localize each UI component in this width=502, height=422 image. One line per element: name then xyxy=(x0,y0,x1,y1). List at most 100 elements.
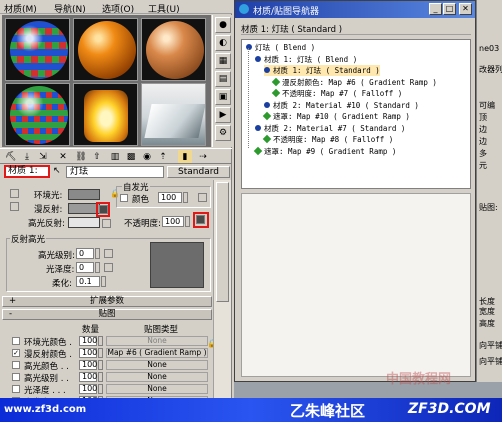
ambient-diffuse-link-icon[interactable] xyxy=(10,189,19,198)
maps-type-header: 贴图类型 xyxy=(144,325,179,335)
uv-tiling-icon[interactable]: ▤ xyxy=(215,71,231,87)
menu-navigation[interactable]: 导航(N) xyxy=(54,2,86,15)
map-amount[interactable]: 100 xyxy=(79,348,97,358)
sample-slot-5[interactable] xyxy=(73,83,138,146)
show-map-icon[interactable]: ▩ xyxy=(124,150,138,163)
tree-node[interactable]: 漫反射颜色: Map #6 ( Gradient Ramp ) xyxy=(271,77,437,88)
diffuse-specular-link-icon[interactable] xyxy=(10,202,19,211)
glossiness-spinner[interactable] xyxy=(95,262,100,273)
parameters-scrollbar[interactable] xyxy=(213,180,231,412)
map-amount[interactable]: 100 xyxy=(79,372,97,382)
soften-value[interactable]: 0.1 xyxy=(76,276,100,287)
tree-node-label: 灯珐 ( Blend ) xyxy=(255,43,316,52)
command-panel: ne03 改器列 可编顶边边多元贴图: 长度 宽度 高度 向平铺 向平铺 xyxy=(476,0,502,382)
put-to-scene-icon[interactable]: ⤓ xyxy=(20,150,34,163)
map-amount-spinner[interactable] xyxy=(98,348,103,358)
tree-node[interactable]: 材质 2: Material #10 ( Standard ) xyxy=(264,100,419,111)
map-enable-checkbox[interactable] xyxy=(12,361,20,369)
self-illum-map-button[interactable] xyxy=(198,193,207,202)
go-forward-sibling-icon[interactable]: ▮ xyxy=(178,150,192,163)
navigator-title-bar[interactable]: 材质/贴图导航器 _ □ ✕ xyxy=(235,1,475,18)
map-amount-spinner[interactable] xyxy=(98,360,103,370)
material-name-input[interactable]: 灯珐 xyxy=(66,166,164,178)
glossiness-value[interactable]: 0 xyxy=(76,262,94,273)
map-amount[interactable]: 100 xyxy=(79,360,97,370)
background-icon[interactable]: ▦ xyxy=(215,53,231,69)
soften-spinner[interactable] xyxy=(101,276,106,287)
material-parameters: 环境光: 漫反射: 高光反射: 🔒 自发光 颜色 100 不透明度: 100 反… xyxy=(2,180,217,422)
opacity-spinner[interactable] xyxy=(185,216,190,227)
video-check-icon[interactable]: ▣ xyxy=(215,89,231,105)
make-preview-icon[interactable]: ▶ xyxy=(215,107,231,123)
sample-slot-3[interactable] xyxy=(141,18,206,81)
map-slot-button[interactable]: None xyxy=(106,336,208,346)
tree-node[interactable]: 材质 1: 灯珐 ( Standard ) xyxy=(264,65,380,76)
map-amount-spinner[interactable] xyxy=(98,372,103,382)
reset-map-icon[interactable]: ✕ xyxy=(56,150,70,163)
self-illum-color-checkbox[interactable] xyxy=(120,194,128,202)
material-effects-icon[interactable]: ▥ xyxy=(108,150,122,163)
assign-to-selection-icon[interactable]: ⇲ xyxy=(36,150,50,163)
sample-type-icon[interactable]: ● xyxy=(215,17,231,33)
sample-slot-4[interactable] xyxy=(5,83,70,146)
ambient-color-swatch[interactable] xyxy=(68,189,100,200)
tree-node[interactable]: 材质 2: Material #7 ( Standard ) xyxy=(255,123,405,134)
backlight-icon[interactable]: ◐ xyxy=(215,35,231,51)
map-enable-checkbox[interactable] xyxy=(12,385,20,393)
tree-node[interactable]: 不透明度: Map #7 ( Falloff ) xyxy=(271,88,402,99)
sample-slot-6[interactable] xyxy=(141,83,206,146)
specular-level-value[interactable]: 0 xyxy=(76,248,94,259)
tree-node-label: 漫反射颜色: Map #6 ( Gradient Ramp ) xyxy=(282,77,437,87)
map-enable-checkbox[interactable] xyxy=(12,337,20,345)
diffuse-map-button[interactable] xyxy=(99,205,108,214)
maps-rollout[interactable]: - 贴图 xyxy=(2,309,212,320)
close-button[interactable]: ✕ xyxy=(459,3,472,15)
scrollbar-thumb[interactable] xyxy=(216,182,229,302)
map-amount[interactable]: 100 xyxy=(79,336,97,346)
opacity-map-button[interactable] xyxy=(196,215,205,224)
map-slot-button[interactable]: Map #6 ( Gradient Ramp ) xyxy=(106,348,208,358)
minimize-button[interactable]: _ xyxy=(429,3,442,15)
self-illum-spinner[interactable] xyxy=(183,192,188,203)
put-to-library-icon[interactable]: ⇧ xyxy=(90,150,104,163)
opacity-value[interactable]: 100 xyxy=(162,216,184,227)
self-illum-value[interactable]: 100 xyxy=(158,192,182,203)
menu-material[interactable]: 材质(M) xyxy=(4,2,37,15)
material-node-icon xyxy=(246,44,252,50)
sample-slot-1[interactable] xyxy=(5,18,70,81)
map-amount[interactable]: 100 xyxy=(79,384,97,394)
menu-utilities[interactable]: 工具(U) xyxy=(148,2,180,15)
map-amount-spinner[interactable] xyxy=(98,384,103,394)
tree-node[interactable]: 不透明度: Map #8 ( Falloff ) xyxy=(262,134,393,145)
map-slot-button[interactable]: None xyxy=(106,360,208,370)
material-type-button[interactable]: Standard xyxy=(167,166,230,178)
specular-map-button[interactable] xyxy=(102,219,111,228)
map-slot-button[interactable]: None xyxy=(106,372,208,382)
tree-node[interactable]: 材质 1: 灯珐 ( Blend ) xyxy=(255,54,357,65)
show-end-result-icon[interactable]: ◉ xyxy=(140,150,154,163)
glossiness-map-button[interactable] xyxy=(104,263,113,272)
menu-options[interactable]: 选项(O) xyxy=(102,2,134,15)
tree-node[interactable]: 遮罩: Map #10 ( Gradient Ramp ) xyxy=(262,111,410,122)
tree-node[interactable]: 灯珐 ( Blend ) xyxy=(246,42,315,53)
command-panel-label: 边 xyxy=(479,125,487,134)
specular-color-swatch[interactable] xyxy=(68,217,100,228)
options-icon[interactable]: ⚙ xyxy=(215,125,231,141)
specular-level-spinner[interactable] xyxy=(95,248,100,259)
map-enable-checkbox[interactable] xyxy=(12,373,20,381)
map-row: 高光颜色 . . 100 None xyxy=(2,360,212,372)
sample-slot-2[interactable] xyxy=(73,18,138,81)
go-to-parent-icon[interactable]: ⇡ xyxy=(156,150,170,163)
tree-node[interactable]: 遮罩: Map #9 ( Gradient Ramp ) xyxy=(253,146,396,157)
map-enable-checkbox[interactable]: ✓ xyxy=(12,349,20,357)
diffuse-label: 漫反射: xyxy=(34,205,63,215)
select-by-material-icon[interactable]: ⇢ xyxy=(196,150,210,163)
map-amount-spinner[interactable] xyxy=(98,336,103,346)
extended-parameters-rollout[interactable]: + 扩展参数 xyxy=(2,296,212,307)
specular-level-map-button[interactable] xyxy=(104,249,113,258)
pick-material-icon[interactable]: ↖ xyxy=(53,166,64,178)
map-slot-button[interactable]: None xyxy=(106,384,208,394)
maximize-button[interactable]: □ xyxy=(443,3,456,15)
make-unique-icon[interactable]: ⛓ xyxy=(74,150,88,163)
get-material-icon[interactable]: ⛏ xyxy=(4,150,18,163)
